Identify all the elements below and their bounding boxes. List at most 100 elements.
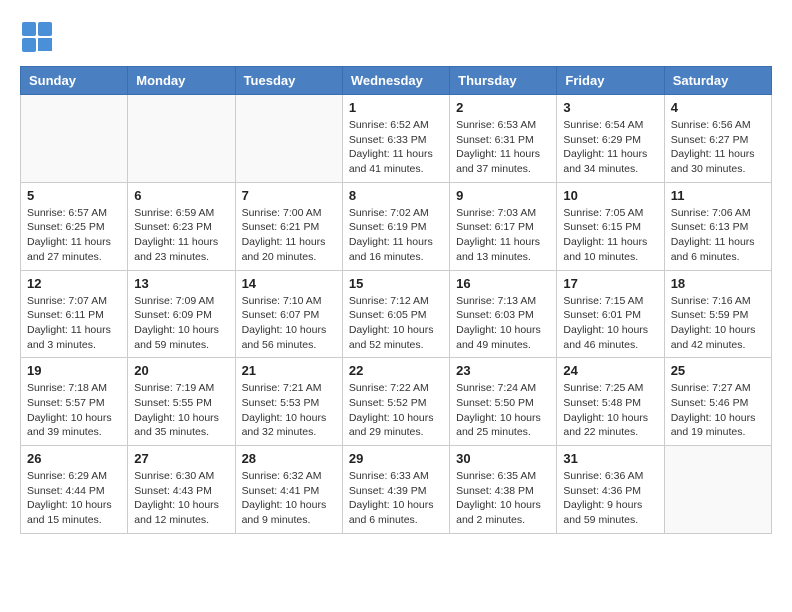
- day-info: Sunrise: 6:56 AM Sunset: 6:27 PM Dayligh…: [671, 118, 765, 177]
- day-number: 22: [349, 363, 443, 378]
- calendar-header-row: SundayMondayTuesdayWednesdayThursdayFrid…: [21, 67, 772, 95]
- calendar-cell: 12 Sunrise: 7:07 AM Sunset: 6:11 PM Dayli…: [21, 270, 128, 358]
- day-info: Sunrise: 6:36 AM Sunset: 4:36 PM Dayligh…: [563, 469, 657, 528]
- day-info: Sunrise: 6:30 AM Sunset: 4:43 PM Dayligh…: [134, 469, 228, 528]
- calendar-cell: 3 Sunrise: 6:54 AM Sunset: 6:29 PM Daylig…: [557, 95, 664, 183]
- day-header-tuesday: Tuesday: [235, 67, 342, 95]
- day-info: Sunrise: 7:07 AM Sunset: 6:11 PM Dayligh…: [27, 294, 121, 353]
- day-info: Sunrise: 6:32 AM Sunset: 4:41 PM Dayligh…: [242, 469, 336, 528]
- day-number: 2: [456, 100, 550, 115]
- day-number: 29: [349, 451, 443, 466]
- calendar-cell: 25 Sunrise: 7:27 AM Sunset: 5:46 PM Dayli…: [664, 358, 771, 446]
- day-number: 31: [563, 451, 657, 466]
- day-number: 7: [242, 188, 336, 203]
- calendar-cell: 22 Sunrise: 7:22 AM Sunset: 5:52 PM Dayli…: [342, 358, 449, 446]
- calendar-cell: [21, 95, 128, 183]
- day-number: 9: [456, 188, 550, 203]
- day-header-wednesday: Wednesday: [342, 67, 449, 95]
- day-info: Sunrise: 6:29 AM Sunset: 4:44 PM Dayligh…: [27, 469, 121, 528]
- day-number: 27: [134, 451, 228, 466]
- day-number: 10: [563, 188, 657, 203]
- day-number: 12: [27, 276, 121, 291]
- day-number: 16: [456, 276, 550, 291]
- calendar-cell: 7 Sunrise: 7:00 AM Sunset: 6:21 PM Daylig…: [235, 182, 342, 270]
- day-number: 18: [671, 276, 765, 291]
- calendar-cell: 6 Sunrise: 6:59 AM Sunset: 6:23 PM Daylig…: [128, 182, 235, 270]
- calendar-cell: [235, 95, 342, 183]
- page-header: [20, 20, 772, 56]
- calendar-cell: 18 Sunrise: 7:16 AM Sunset: 5:59 PM Dayli…: [664, 270, 771, 358]
- calendar-cell: 9 Sunrise: 7:03 AM Sunset: 6:17 PM Daylig…: [450, 182, 557, 270]
- day-info: Sunrise: 6:52 AM Sunset: 6:33 PM Dayligh…: [349, 118, 443, 177]
- calendar-cell: [664, 446, 771, 534]
- day-info: Sunrise: 7:18 AM Sunset: 5:57 PM Dayligh…: [27, 381, 121, 440]
- day-number: 23: [456, 363, 550, 378]
- day-info: Sunrise: 7:09 AM Sunset: 6:09 PM Dayligh…: [134, 294, 228, 353]
- calendar-cell: 21Sunrise: 7:21 AM Sunset: 5:53 PM Dayli…: [235, 358, 342, 446]
- calendar-cell: 11 Sunrise: 7:06 AM Sunset: 6:13 PM Dayli…: [664, 182, 771, 270]
- calendar-week-4: 19 Sunrise: 7:18 AM Sunset: 5:57 PM Dayli…: [21, 358, 772, 446]
- calendar-cell: 29 Sunrise: 6:33 AM Sunset: 4:39 PM Dayli…: [342, 446, 449, 534]
- day-info: Sunrise: 6:54 AM Sunset: 6:29 PM Dayligh…: [563, 118, 657, 177]
- day-info: Sunrise: 7:16 AM Sunset: 5:59 PM Dayligh…: [671, 294, 765, 353]
- day-info: Sunrise: 7:19 AM Sunset: 5:55 PM Dayligh…: [134, 381, 228, 440]
- day-info: Sunrise: 7:22 AM Sunset: 5:52 PM Dayligh…: [349, 381, 443, 440]
- calendar-cell: 28 Sunrise: 6:32 AM Sunset: 4:41 PM Dayli…: [235, 446, 342, 534]
- day-number: 14: [242, 276, 336, 291]
- day-number: 19: [27, 363, 121, 378]
- calendar-cell: 2 Sunrise: 6:53 AM Sunset: 6:31 PM Daylig…: [450, 95, 557, 183]
- calendar-cell: 4 Sunrise: 6:56 AM Sunset: 6:27 PM Daylig…: [664, 95, 771, 183]
- calendar-cell: 27 Sunrise: 6:30 AM Sunset: 4:43 PM Dayli…: [128, 446, 235, 534]
- calendar-cell: [128, 95, 235, 183]
- day-number: 4: [671, 100, 765, 115]
- calendar-cell: 13Sunrise: 7:09 AM Sunset: 6:09 PM Dayli…: [128, 270, 235, 358]
- calendar-cell: 1 Sunrise: 6:52 AM Sunset: 6:33 PM Daylig…: [342, 95, 449, 183]
- day-info: Sunrise: 7:00 AM Sunset: 6:21 PM Dayligh…: [242, 206, 336, 265]
- day-info: Sunrise: 6:35 AM Sunset: 4:38 PM Dayligh…: [456, 469, 550, 528]
- day-info: Sunrise: 7:03 AM Sunset: 6:17 PM Dayligh…: [456, 206, 550, 265]
- day-header-thursday: Thursday: [450, 67, 557, 95]
- calendar-cell: 8 Sunrise: 7:02 AM Sunset: 6:19 PM Daylig…: [342, 182, 449, 270]
- calendar-cell: 5 Sunrise: 6:57 AM Sunset: 6:25 PM Daylig…: [21, 182, 128, 270]
- logo: [20, 20, 58, 56]
- day-info: Sunrise: 7:10 AM Sunset: 6:07 PM Dayligh…: [242, 294, 336, 353]
- calendar-cell: 24 Sunrise: 7:25 AM Sunset: 5:48 PM Dayli…: [557, 358, 664, 446]
- day-number: 11: [671, 188, 765, 203]
- calendar-week-1: 1 Sunrise: 6:52 AM Sunset: 6:33 PM Daylig…: [21, 95, 772, 183]
- day-info: Sunrise: 7:15 AM Sunset: 6:01 PM Dayligh…: [563, 294, 657, 353]
- day-number: 24: [563, 363, 657, 378]
- day-info: Sunrise: 7:27 AM Sunset: 5:46 PM Dayligh…: [671, 381, 765, 440]
- day-info: Sunrise: 7:25 AM Sunset: 5:48 PM Dayligh…: [563, 381, 657, 440]
- calendar-cell: 10Sunrise: 7:05 AM Sunset: 6:15 PM Dayli…: [557, 182, 664, 270]
- day-info: Sunrise: 7:02 AM Sunset: 6:19 PM Dayligh…: [349, 206, 443, 265]
- calendar-week-2: 5 Sunrise: 6:57 AM Sunset: 6:25 PM Daylig…: [21, 182, 772, 270]
- logo-icon: [20, 20, 56, 56]
- calendar-cell: 14 Sunrise: 7:10 AM Sunset: 6:07 PM Dayli…: [235, 270, 342, 358]
- day-number: 30: [456, 451, 550, 466]
- day-number: 25: [671, 363, 765, 378]
- day-header-sunday: Sunday: [21, 67, 128, 95]
- day-info: Sunrise: 6:33 AM Sunset: 4:39 PM Dayligh…: [349, 469, 443, 528]
- calendar-cell: 23Sunrise: 7:24 AM Sunset: 5:50 PM Dayli…: [450, 358, 557, 446]
- day-info: Sunrise: 7:06 AM Sunset: 6:13 PM Dayligh…: [671, 206, 765, 265]
- day-info: Sunrise: 7:12 AM Sunset: 6:05 PM Dayligh…: [349, 294, 443, 353]
- day-number: 3: [563, 100, 657, 115]
- day-number: 8: [349, 188, 443, 203]
- calendar-cell: 19 Sunrise: 7:18 AM Sunset: 5:57 PM Dayli…: [21, 358, 128, 446]
- day-header-saturday: Saturday: [664, 67, 771, 95]
- day-info: Sunrise: 6:57 AM Sunset: 6:25 PM Dayligh…: [27, 206, 121, 265]
- day-number: 28: [242, 451, 336, 466]
- day-number: 5: [27, 188, 121, 203]
- day-number: 6: [134, 188, 228, 203]
- day-number: 17: [563, 276, 657, 291]
- day-number: 20: [134, 363, 228, 378]
- day-info: Sunrise: 6:53 AM Sunset: 6:31 PM Dayligh…: [456, 118, 550, 177]
- calendar: SundayMondayTuesdayWednesdayThursdayFrid…: [20, 66, 772, 534]
- day-number: 1: [349, 100, 443, 115]
- day-info: Sunrise: 6:59 AM Sunset: 6:23 PM Dayligh…: [134, 206, 228, 265]
- calendar-cell: 16Sunrise: 7:13 AM Sunset: 6:03 PM Dayli…: [450, 270, 557, 358]
- day-number: 21: [242, 363, 336, 378]
- calendar-cell: 15Sunrise: 7:12 AM Sunset: 6:05 PM Dayli…: [342, 270, 449, 358]
- day-number: 26: [27, 451, 121, 466]
- calendar-cell: 31 Sunrise: 6:36 AM Sunset: 4:36 PM Dayli…: [557, 446, 664, 534]
